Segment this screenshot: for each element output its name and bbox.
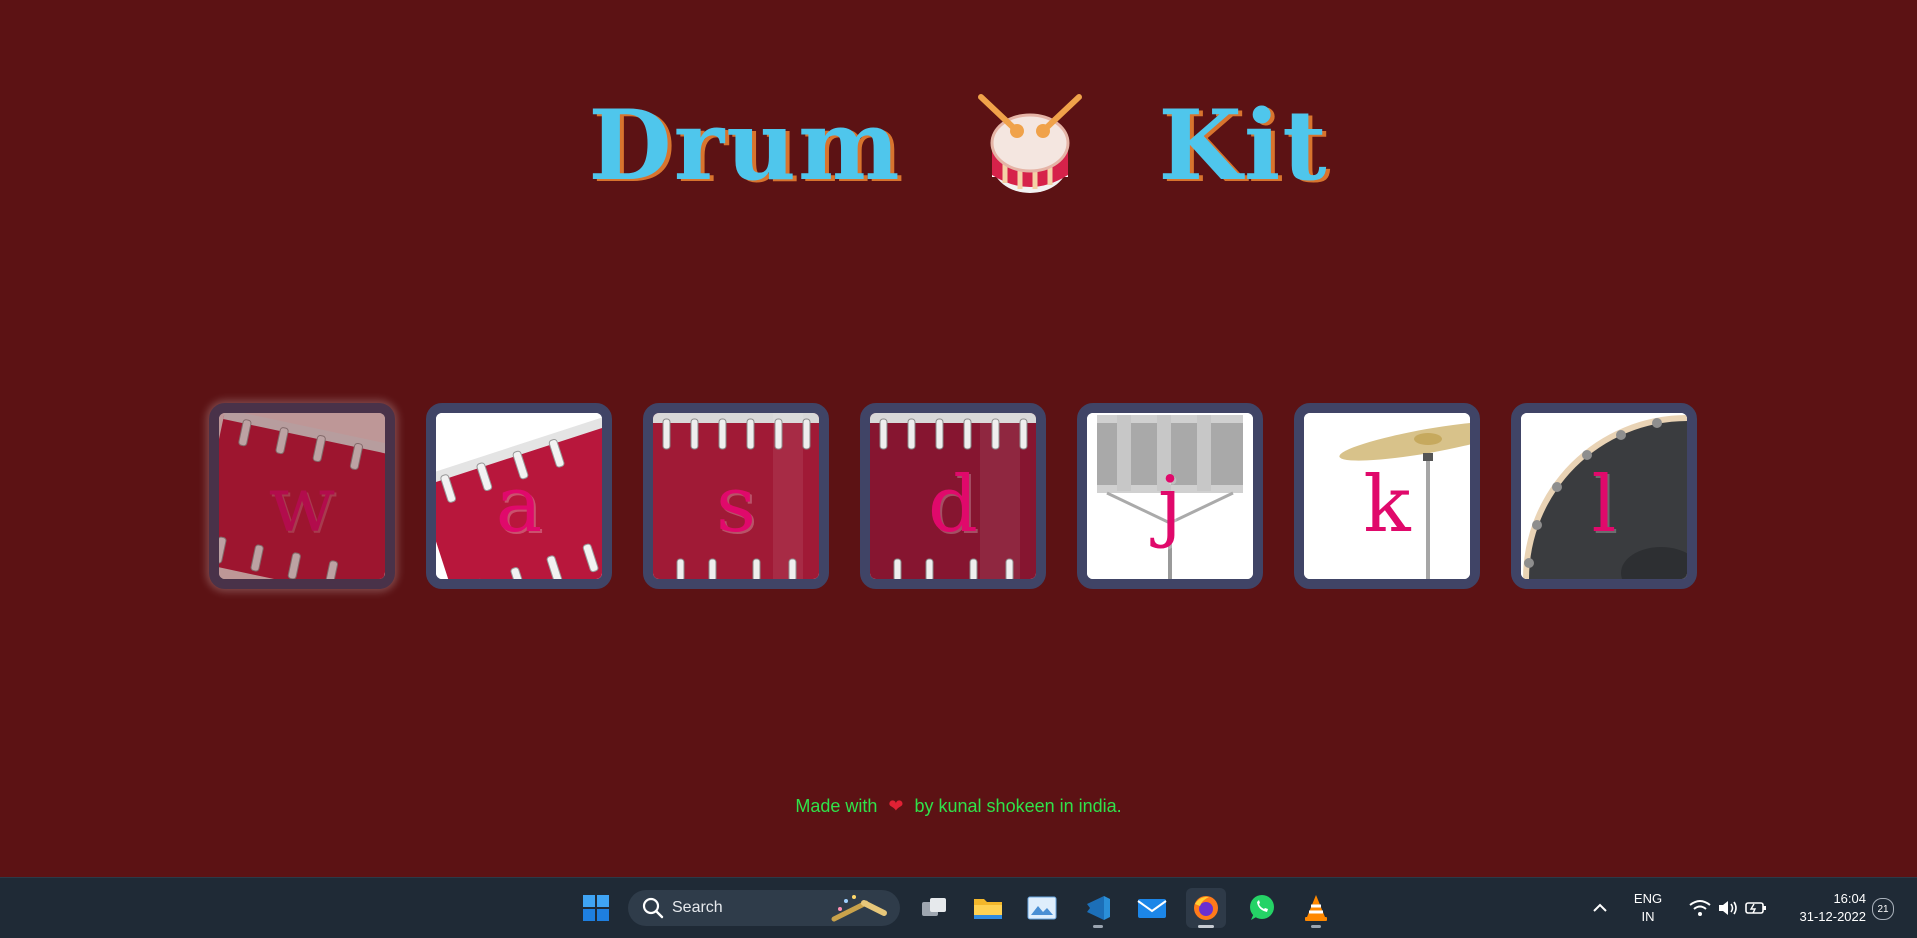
notification-badge[interactable]: 21 bbox=[1872, 898, 1894, 920]
start-button[interactable] bbox=[576, 888, 616, 928]
title-word-kit: Kit bbox=[1158, 86, 1328, 206]
drum-pad-l[interactable]: l bbox=[1511, 403, 1697, 589]
search-highlight-icon bbox=[826, 893, 896, 923]
drum-pad-j[interactable]: j bbox=[1077, 403, 1263, 589]
photos-icon bbox=[1027, 895, 1057, 921]
footer-text-after: by kunal shokeen in india. bbox=[915, 796, 1122, 816]
photos-button[interactable] bbox=[1022, 888, 1062, 928]
running-indicator bbox=[1311, 925, 1321, 928]
firefox-button[interactable] bbox=[1186, 888, 1226, 928]
file-explorer-icon bbox=[973, 895, 1003, 921]
whatsapp-button[interactable] bbox=[1242, 888, 1282, 928]
clock-time: 16:04 bbox=[1780, 890, 1866, 908]
volume-icon bbox=[1717, 899, 1739, 917]
drum-pad-k[interactable]: k bbox=[1294, 403, 1480, 589]
windows-start-icon bbox=[582, 894, 610, 922]
battery-icon bbox=[1745, 900, 1767, 916]
show-hidden-icons-button[interactable] bbox=[1580, 888, 1620, 928]
whatsapp-icon bbox=[1247, 893, 1277, 923]
pad-key-label: k bbox=[1304, 465, 1470, 545]
task-view-button[interactable] bbox=[914, 888, 954, 928]
drum-pad-d[interactable]: d bbox=[860, 403, 1046, 589]
vscode-button[interactable] bbox=[1078, 888, 1118, 928]
pad-key-label: j bbox=[1087, 465, 1253, 545]
vlc-icon bbox=[1303, 894, 1329, 922]
pad-key-label: l bbox=[1521, 465, 1687, 545]
region-code: IN bbox=[1626, 908, 1670, 926]
search-placeholder: Search bbox=[672, 899, 723, 917]
language-code: ENG bbox=[1626, 890, 1670, 908]
pad-key-label: s bbox=[653, 465, 819, 545]
windows-taskbar: Search bbox=[0, 877, 1917, 938]
system-tray-status[interactable] bbox=[1678, 888, 1778, 928]
vlc-button[interactable] bbox=[1296, 888, 1336, 928]
drum-pad-w[interactable]: w bbox=[209, 403, 395, 589]
pad-key-label: w bbox=[219, 465, 385, 545]
chevron-up-icon bbox=[1592, 903, 1608, 913]
task-view-icon bbox=[920, 894, 948, 922]
footer-text-before: Made with bbox=[795, 796, 877, 816]
firefox-icon bbox=[1192, 894, 1220, 922]
drum-pad-a[interactable]: a bbox=[426, 403, 612, 589]
drum-pad-s[interactable]: s bbox=[643, 403, 829, 589]
title-word-drum: Drum bbox=[588, 86, 901, 206]
taskbar-search-box[interactable]: Search bbox=[628, 890, 900, 926]
drum-pads: w a bbox=[209, 403, 1697, 589]
footer-credit: Made with ❤ by kunal shokeen in india. bbox=[0, 796, 1917, 817]
drum-kit-page: Drum Kit bbox=[0, 0, 1917, 877]
pad-key-label: d bbox=[870, 465, 1036, 545]
clock[interactable]: 16:04 31-12-2022 bbox=[1780, 890, 1866, 926]
drum-emoji-icon bbox=[975, 91, 1085, 201]
pad-key-label: a bbox=[436, 465, 602, 545]
clock-date: 31-12-2022 bbox=[1780, 908, 1866, 926]
language-indicator[interactable]: ENG IN bbox=[1626, 890, 1670, 926]
heart-icon: ❤ bbox=[888, 796, 903, 816]
page-title: Drum Kit bbox=[0, 78, 1917, 206]
mail-button[interactable] bbox=[1132, 888, 1172, 928]
notification-count: 21 bbox=[1877, 904, 1888, 915]
search-icon bbox=[642, 897, 664, 919]
active-indicator bbox=[1198, 925, 1214, 928]
vscode-icon bbox=[1084, 894, 1112, 922]
file-explorer-button[interactable] bbox=[968, 888, 1008, 928]
mail-icon bbox=[1137, 896, 1167, 920]
running-indicator bbox=[1093, 925, 1103, 928]
wifi-icon bbox=[1689, 899, 1711, 917]
